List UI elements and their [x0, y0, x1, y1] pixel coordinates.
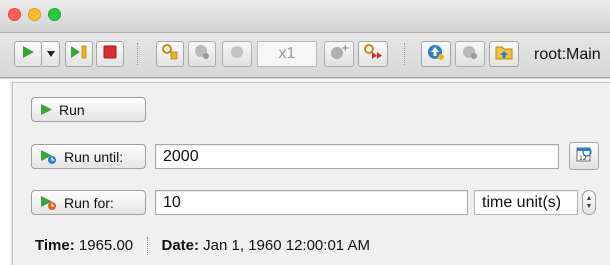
play-until-icon	[40, 149, 58, 165]
run-until-input[interactable]: 2000	[155, 144, 559, 169]
pause-circle-icon	[193, 43, 211, 66]
run-for-input[interactable]: 10	[155, 190, 468, 215]
status-separator	[147, 237, 149, 256]
step-icon	[70, 45, 88, 64]
pick-date-button[interactable]: 12	[569, 142, 599, 170]
speed-up-button[interactable]: +	[324, 41, 354, 67]
navigate-up-button[interactable]	[421, 41, 451, 67]
run-now-label: Run	[59, 101, 85, 118]
navigate-up-icon	[427, 43, 445, 66]
svg-text:+: +	[341, 43, 349, 54]
date-value: Jan 1, 1960 12:00:01 AM	[203, 237, 370, 254]
run-options-dropdown[interactable]	[42, 41, 60, 67]
open-folder-button[interactable]	[489, 41, 519, 67]
title-bar	[0, 0, 610, 33]
calendar-icon: 12	[575, 145, 593, 168]
chevron-down-icon: ▼	[585, 202, 593, 210]
navigate-back-button[interactable]	[455, 41, 485, 67]
stop-icon	[103, 45, 117, 64]
time-unit-stepper[interactable]: ▲ ▼	[582, 190, 596, 215]
svg-text:12: 12	[579, 155, 587, 162]
speed-field[interactable]: x1	[257, 41, 317, 67]
toolbar-separator	[137, 43, 140, 65]
speed-down-icon	[228, 43, 246, 66]
run-now-button[interactable]: Run	[31, 97, 146, 122]
stop-button[interactable]	[96, 41, 124, 67]
pause-button[interactable]	[188, 41, 216, 67]
run-for-button[interactable]: Run for:	[31, 190, 146, 215]
step-button[interactable]	[65, 41, 93, 67]
folder-icon	[494, 43, 514, 66]
status-line: Time: 1965.00 Date: Jan 1, 1960 12:00:01…	[35, 237, 370, 256]
toolbar-separator	[404, 43, 407, 65]
close-window-button[interactable]	[8, 8, 21, 21]
navigate-gray-icon	[461, 43, 479, 66]
run-panel: Run Run until: 2000 12 Run for: 10 time …	[12, 82, 610, 265]
date-label: Date:	[161, 237, 199, 254]
minimize-window-button[interactable]	[28, 8, 41, 21]
speed-down-button[interactable]	[222, 41, 252, 67]
fast-forward-icon	[363, 43, 383, 66]
time-unit-label: time unit(s)	[482, 193, 562, 211]
run-until-label: Run until:	[64, 148, 124, 165]
time-value: 1965.00	[78, 237, 134, 254]
play-icon	[21, 45, 35, 64]
root-agent-label[interactable]: root:Main	[534, 46, 601, 64]
run-until-button[interactable]: Run until:	[31, 144, 146, 169]
statechart-icon	[161, 43, 179, 66]
dropdown-arrow-icon	[46, 45, 56, 63]
virtual-time-button[interactable]	[358, 41, 388, 67]
time-label: Time:	[35, 237, 75, 254]
toolbar: x1 + root:Main	[0, 33, 610, 78]
run-for-label: Run for:	[64, 194, 114, 211]
play-for-icon	[40, 195, 58, 211]
speed-up-icon: +	[329, 43, 349, 66]
chevron-up-icon: ▲	[585, 194, 593, 202]
time-unit-select[interactable]: time unit(s)	[474, 190, 578, 215]
maximize-window-button[interactable]	[48, 8, 61, 21]
statechart-button[interactable]	[156, 41, 184, 67]
run-button[interactable]	[14, 41, 42, 67]
play-icon	[40, 103, 53, 116]
model-content-area: Run Run until: 2000 12 Run for: 10 time …	[0, 78, 610, 265]
